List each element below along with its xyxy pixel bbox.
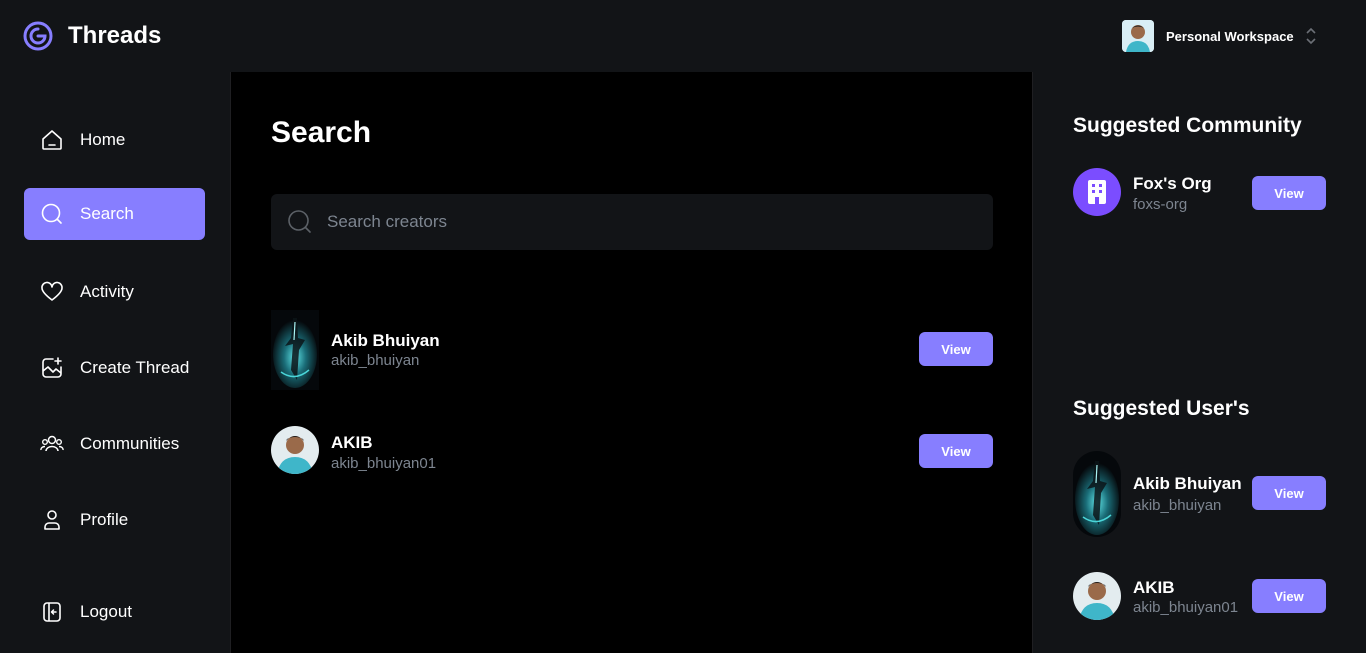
home-icon <box>42 130 62 150</box>
top-bar: Threads Personal Workspace <box>0 0 1366 72</box>
logout-label: Logout <box>80 602 132 621</box>
sidebar-item-label: Activity <box>80 282 134 301</box>
app-name[interactable]: Threads <box>68 22 161 50</box>
sidebar-item-profile[interactable]: Profile <box>24 494 205 546</box>
sidebar-item-activity[interactable]: Activity <box>24 266 205 318</box>
community-item: Fox's Org foxs-org View <box>1073 168 1326 216</box>
logout-button[interactable]: Logout <box>24 586 205 638</box>
workspace-avatar <box>1122 20 1154 52</box>
logout-icon <box>43 602 61 622</box>
result-handle: akib_bhuiyan <box>331 352 420 369</box>
search-bar[interactable] <box>271 194 993 250</box>
workspace-label: Personal Workspace <box>1166 28 1294 44</box>
main-content: Search Akib Bhuiyan akib_bhuiyan View <box>230 72 1033 653</box>
sidebar-item-label: Search <box>80 204 134 223</box>
suggested-users-title: Suggested User's <box>1073 397 1250 420</box>
suggested-user-item: Akib Bhuiyan akib_bhuiyan View <box>1073 451 1326 537</box>
community-avatar[interactable] <box>1073 168 1121 216</box>
list-item: Akib Bhuiyan akib_bhuiyan View <box>271 310 993 390</box>
left-sidebar: Home Search Activity Create Thread Commu… <box>0 72 230 653</box>
search-icon <box>288 210 311 233</box>
sidebar-item-search[interactable]: Search <box>24 188 205 240</box>
sidebar-item-label: Create Thread <box>80 358 190 377</box>
chevron-updown-icon <box>1306 27 1316 45</box>
user-handle: akib_bhuiyan01 <box>1133 599 1239 616</box>
user-handle: akib_bhuiyan <box>1133 497 1222 514</box>
community-handle: foxs-org <box>1133 196 1188 213</box>
threads-logo-icon[interactable] <box>22 20 54 52</box>
suggested-community-title: Suggested Community <box>1073 114 1302 137</box>
sidebar-item-home[interactable]: Home <box>24 114 205 166</box>
view-button[interactable]: View <box>1252 176 1326 210</box>
result-name[interactable]: Akib Bhuiyan <box>331 331 440 351</box>
avatar[interactable] <box>1073 451 1121 537</box>
result-handle: akib_bhuiyan01 <box>331 455 437 472</box>
view-button[interactable]: View <box>1252 476 1326 510</box>
right-sidebar: Suggested Community Fox's Org foxs-org V… <box>1033 72 1366 653</box>
create-thread-icon <box>42 357 62 378</box>
view-button[interactable]: View <box>919 332 993 366</box>
avatar[interactable] <box>271 310 319 390</box>
user-icon <box>44 510 60 530</box>
view-button[interactable]: View <box>1252 579 1326 613</box>
heart-icon <box>41 281 63 301</box>
workspace-switcher[interactable]: Personal Workspace <box>1122 20 1318 52</box>
sidebar-item-create-thread[interactable]: Create Thread <box>24 342 205 394</box>
sidebar-item-label: Profile <box>80 510 129 529</box>
search-icon <box>41 203 62 224</box>
list-item: AKIB akib_bhuiyan01 View <box>271 416 993 476</box>
building-icon <box>1088 180 1106 204</box>
page-title: Search <box>271 116 372 149</box>
avatar[interactable] <box>1073 572 1121 620</box>
community-name[interactable]: Fox's Org <box>1133 174 1212 194</box>
users-icon <box>40 435 64 452</box>
sidebar-item-communities[interactable]: Communities <box>24 418 205 470</box>
view-button[interactable]: View <box>919 434 993 468</box>
search-input[interactable] <box>327 212 927 232</box>
user-name[interactable]: Akib Bhuiyan <box>1133 474 1242 494</box>
result-name[interactable]: AKIB <box>331 433 373 453</box>
sidebar-item-label: Home <box>80 130 126 149</box>
avatar[interactable] <box>271 426 319 474</box>
suggested-user-item: AKIB akib_bhuiyan01 View <box>1073 572 1326 620</box>
sidebar-item-label: Communities <box>80 434 180 453</box>
user-name[interactable]: AKIB <box>1133 578 1175 598</box>
